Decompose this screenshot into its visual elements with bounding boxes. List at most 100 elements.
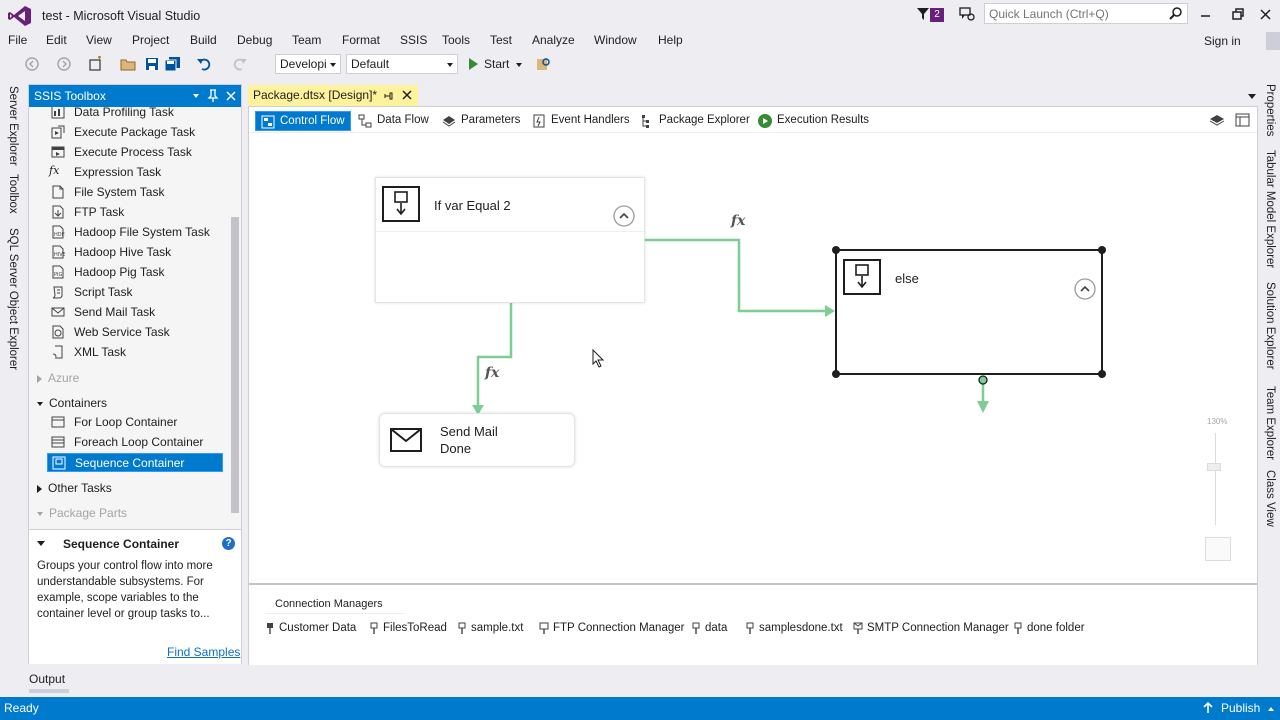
constraint-if-to-sendmail[interactable] [476,303,513,407]
publish-menu-arrow[interactable] [1268,707,1274,711]
back-icon[interactable] [24,56,40,72]
variables-icon[interactable] [1209,113,1225,127]
group-other-tasks[interactable]: Other Tasks [37,481,112,495]
menu-build[interactable]: Build [190,33,217,47]
selection-handle[interactable] [832,246,840,254]
group-azure[interactable]: Azure [37,371,79,385]
toolbox-item-hadoop-pig[interactable]: PIG Hadoop Pig Task [47,263,223,282]
connection-manager-ftp[interactable]: FTP Connection Manager [539,622,684,634]
toolbox-item-data-profiling[interactable]: Data Profiling Task [47,107,223,122]
server-explorer-tab[interactable]: Server Explorer [7,86,19,166]
sql-server-object-explorer-tab[interactable]: SQL Server Object Explorer [7,228,19,370]
connection-manager-sample-txt[interactable]: sample.txt [457,622,523,634]
connection-manager-samplesdone-txt[interactable]: samplesdone.txt [745,622,843,634]
menu-ssis[interactable]: SSIS [400,33,427,47]
undo-icon[interactable] [196,56,212,72]
menu-team[interactable]: Team [292,33,321,47]
toolbox-item-execute-package[interactable]: Execute Package Task [47,123,223,142]
toolbox-item-expression[interactable]: fx Expression Task [47,163,223,182]
tab-data-flow[interactable]: Data Flow [353,111,433,131]
properties-tab[interactable]: Properties [1264,84,1276,136]
toolbox-item-hadoop-fs[interactable]: HDFS Hadoop File System Task [47,223,223,242]
collapse-description-icon[interactable] [37,541,45,546]
tab-parameters[interactable]: Parameters [437,111,524,131]
restore-icon[interactable] [1228,6,1248,24]
solution-platform-dropdown[interactable]: Default [346,54,458,74]
toolbox-item-foreach-loop[interactable]: Foreach Loop Container [47,433,223,452]
task-send-mail-done[interactable]: Send Mail Done [379,413,575,467]
tab-execution-results[interactable]: Execution Results [753,111,873,131]
menu-project[interactable]: Project [132,33,169,47]
tab-list-dropdown-icon[interactable] [1248,94,1256,99]
document-tab-package[interactable]: Package.dtsx [Design]* [248,85,418,106]
toolbox-item-file-system[interactable]: File System Task [47,183,223,202]
start-button[interactable]: Start [466,55,526,73]
solution-explorer-tab[interactable]: Solution Explorer [1264,282,1276,370]
group-containers[interactable]: Containers [37,396,107,410]
close-panel-icon[interactable] [225,90,237,102]
minimize-icon[interactable] [1196,6,1216,24]
toolbox-item-sequence-container[interactable]: Sequence Container [47,453,223,472]
sequence-container-if[interactable]: If var Equal 2 [375,177,645,303]
connection-manager-files-to-read[interactable]: FilesToRead [369,622,447,634]
help-icon[interactable]: ? [222,537,235,550]
toolbox-tab[interactable]: Toolbox [7,174,19,214]
menu-window[interactable]: Window [594,33,637,47]
toolbox-item-script[interactable]: Script Task [47,283,223,302]
publish-button[interactable]: Publish [1221,701,1260,715]
forward-icon[interactable] [56,56,72,72]
notifications-button[interactable]: 2 [914,5,946,25]
account-icon[interactable] [1266,32,1280,50]
toolbox-item-send-mail[interactable]: Send Mail Task [47,303,223,322]
toolbox-item-ftp[interactable]: FTP Task [47,203,223,222]
selection-handle[interactable] [1098,370,1106,378]
menu-format[interactable]: Format [342,33,380,47]
sign-in-link[interactable]: Sign in [1204,34,1241,48]
zoom-slider-track[interactable] [1215,433,1216,525]
toolbox-options-arrow[interactable] [193,94,199,98]
find-samples-link[interactable]: Find Samples [167,645,240,659]
close-tab-icon[interactable] [402,90,412,100]
close-icon[interactable] [1256,6,1276,24]
connector-handle[interactable] [978,375,988,385]
class-view-tab[interactable]: Class View [1264,470,1276,527]
toolbox-scrollbar-thumb[interactable] [231,217,239,513]
tab-event-handlers[interactable]: Event Handlers [527,111,634,131]
toolbox-item-xml[interactable]: XML Task [47,343,223,362]
constraint-if-to-else[interactable] [645,238,825,313]
collapse-container-icon[interactable] [1073,277,1097,301]
tab-package-explorer[interactable]: Package Explorer [635,111,754,131]
toolbox-item-execute-process[interactable]: Execute Process Task [47,143,223,162]
group-package-parts[interactable]: Package Parts [37,506,127,520]
save-all-icon[interactable] [164,56,182,72]
menu-test[interactable]: Test [490,33,512,47]
connection-manager-done-folder[interactable]: done folder [1013,622,1085,634]
connection-managers-tab[interactable]: Connection Managers [275,598,383,610]
ssis-toolbox-toggle-icon[interactable] [1235,112,1251,128]
connection-manager-data[interactable]: data [691,622,727,634]
open-file-icon[interactable] [120,56,138,72]
tabular-model-explorer-tab[interactable]: Tabular Model Explorer [1264,150,1276,268]
menu-help[interactable]: Help [658,33,683,47]
toolbox-item-hadoop-hive[interactable]: HIVE Hadoop Hive Task [47,243,223,262]
zoom-slider-thumb[interactable] [1207,463,1221,471]
toolbox-item-web-service[interactable]: Web Service Task [47,323,223,342]
menu-edit[interactable]: Edit [46,33,67,47]
selection-handle[interactable] [1098,246,1106,254]
selection-handle[interactable] [832,370,840,378]
pin-tab-icon[interactable] [384,90,394,102]
collapse-container-icon[interactable] [612,204,636,228]
find-in-files-icon[interactable] [536,56,552,72]
connection-manager-customer-data[interactable]: Customer Data [265,622,356,634]
menu-view[interactable]: View [86,33,112,47]
quick-launch-input[interactable] [985,4,1165,23]
save-icon[interactable] [144,56,160,72]
menu-tools[interactable]: Tools [442,33,470,47]
redo-icon[interactable] [232,56,248,72]
feedback-icon[interactable] [958,5,976,23]
connection-manager-smtp[interactable]: SMTP Connection Manager [853,622,1009,634]
team-explorer-tab[interactable]: Team Explorer [1264,386,1276,460]
menu-file[interactable]: File [8,33,27,47]
new-project-icon[interactable] [88,56,104,72]
control-flow-canvas[interactable]: fx fx If var Equal 2 else Send Mail Done [249,133,1257,583]
